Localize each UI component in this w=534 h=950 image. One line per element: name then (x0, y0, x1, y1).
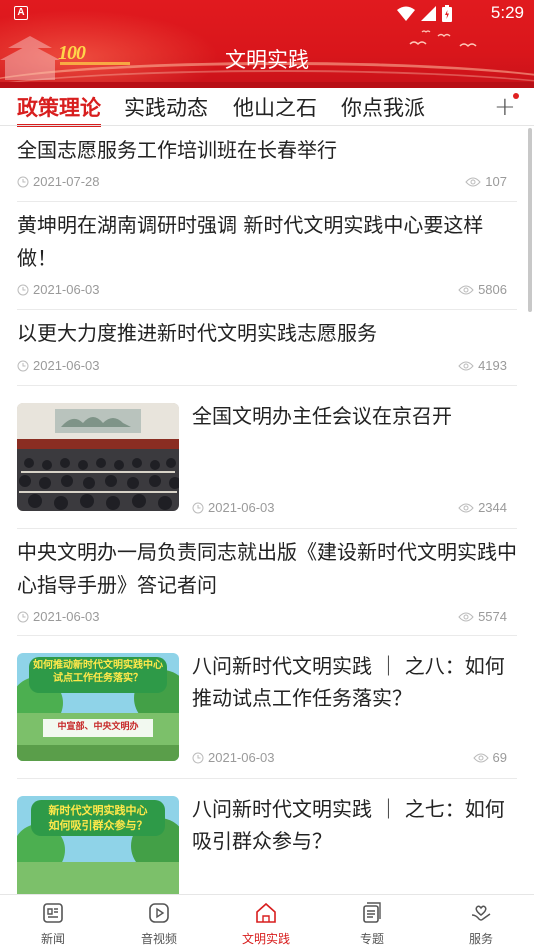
signal-icon (421, 6, 436, 21)
eye-icon (458, 285, 474, 294)
nav-topics[interactable]: 专题 (332, 901, 412, 947)
thumbnail-footer: 中宣部、中央文明办 (57, 722, 139, 732)
article-meta: 2021-06-03 4193 (17, 358, 517, 376)
clock-icon (17, 360, 29, 371)
tab-order-dispatch[interactable]: 你点我派 (341, 92, 425, 122)
article-views: 69 (492, 750, 507, 765)
article-date: 2021-06-03 (208, 750, 275, 765)
nav-label: 新闻 (40, 932, 65, 946)
eye-icon (472, 753, 489, 762)
bottom-navigation: 新闻 音视频 文明实践 专题 服务 (0, 894, 534, 950)
eye-icon (465, 177, 481, 186)
article-date: 2021-06-03 (33, 358, 100, 373)
article-date: 2021-06-03 (33, 282, 100, 297)
article-meta: 2021-06-03 2344 (192, 500, 517, 518)
app-header: 100 A 5:29 文明实践 (0, 0, 534, 88)
clock-icon (17, 176, 29, 187)
eye-icon (458, 361, 474, 370)
thumbnail-caption: 如何吸引群众参与？ (48, 819, 148, 832)
article-title[interactable]: 黄坤明在湖南调研时强调 新时代文明实践中心要这样做！ (17, 209, 512, 275)
thumbnail-caption: 新时代文明实践中心 (48, 804, 148, 817)
wifi-icon (397, 6, 415, 21)
new-badge-dot (513, 93, 519, 99)
status-bar: A 5:29 (0, 0, 534, 28)
article-date: 2021-06-03 (208, 500, 275, 515)
article-item[interactable]: 如何推动新时代文明实践中心 试点工作任务落实？ 中宣部、中央文明办 八问新时代文… (17, 636, 517, 779)
news-icon (43, 903, 63, 923)
nav-civilization-practice[interactable]: 文明实践 (226, 901, 306, 947)
thumbnail-caption: 试点工作任务落实？ (53, 673, 143, 684)
eye-icon (458, 503, 474, 512)
article-list[interactable]: 全国志愿服务工作培训班在长春举行 2021-07-28 107 黄坤明在湖南调研… (0, 126, 534, 894)
eye-icon (458, 612, 474, 621)
article-meta: 2021-06-03 5806 (17, 282, 517, 300)
clock-icon (192, 752, 204, 763)
tab-practice-news[interactable]: 实践动态 (124, 92, 208, 122)
home-icon (256, 902, 276, 923)
article-item[interactable]: 全国志愿服务工作培训班在长春举行 2021-07-28 107 (17, 126, 517, 202)
article-thumbnail[interactable]: 如何推动新时代文明实践中心 试点工作任务落实？ 中宣部、中央文明办 (17, 653, 179, 761)
battery-icon (442, 5, 452, 22)
nav-label: 文明实践 (241, 932, 290, 946)
nav-news[interactable]: 新闻 (13, 901, 93, 947)
nav-label: 服务 (468, 932, 493, 946)
nav-video[interactable]: 音视频 (119, 901, 199, 947)
article-title[interactable]: 全国志愿服务工作培训班在长春举行 (17, 134, 337, 167)
article-views: 4193 (478, 358, 507, 373)
article-title[interactable]: 八问新时代文明实践 ｜ 之八：如何推动试点工作任务落实？ (192, 650, 512, 714)
nav-label: 音视频 (140, 932, 177, 946)
article-item[interactable]: 黄坤明在湖南调研时强调 新时代文明实践中心要这样做！ 2021-06-03 58… (17, 202, 517, 310)
article-meta: 2021-07-28 107 (17, 174, 517, 192)
article-thumbnail[interactable]: 新时代文明实践中心 如何吸引群众参与？ (17, 796, 179, 894)
article-item[interactable]: 新时代文明实践中心 如何吸引群众参与？ 八问新时代文明实践 ｜ 之七：如何吸引群… (17, 779, 517, 894)
article-date: 2021-07-28 (33, 174, 100, 189)
article-item[interactable]: 以更大力度推进新时代文明实践志愿服务 2021-06-03 4193 (17, 310, 517, 386)
add-tab-button[interactable]: + (494, 94, 516, 120)
service-icon (471, 905, 491, 921)
tab-other-experience[interactable]: 他山之石 (233, 92, 317, 122)
article-title[interactable]: 中央文明办一局负责同志就出版《建设新时代文明实践中心指导手册》答记者问 (17, 536, 517, 602)
tab-policy-theory[interactable]: 政策理论 (17, 92, 101, 122)
article-item[interactable]: 全国文明办主任会议在京召开 2021-06-03 2344 (17, 386, 517, 529)
clock: 5:29 (490, 3, 524, 22)
article-views: 5574 (478, 609, 507, 624)
article-date: 2021-06-03 (33, 609, 100, 624)
scrollbar[interactable] (528, 128, 532, 312)
topic-icon (363, 902, 381, 923)
page-title: 文明实践 (225, 48, 309, 72)
category-tabs: 政策理论 实践动态 他山之石 你点我派 + (0, 88, 534, 127)
meeting-photo (17, 403, 179, 511)
article-views: 107 (485, 174, 507, 189)
article-title[interactable]: 八问新时代文明实践 ｜ 之七：如何吸引群众参与？ (192, 793, 512, 857)
article-title[interactable]: 以更大力度推进新时代文明实践志愿服务 (17, 317, 377, 350)
article-item[interactable]: 中央文明办一局负责同志就出版《建设新时代文明实践中心指导手册》答记者问 2021… (17, 529, 517, 636)
article-meta: 2021-06-03 69 (192, 750, 517, 768)
clock-icon (192, 502, 204, 513)
article-title[interactable]: 全国文明办主任会议在京召开 (192, 400, 512, 432)
nav-services[interactable]: 服务 (441, 901, 521, 947)
notification-icon: A (14, 6, 28, 20)
clock-icon (17, 284, 29, 295)
article-views: 5806 (478, 282, 507, 297)
article-meta: 2021-06-03 5574 (17, 609, 517, 627)
nav-label: 专题 (359, 932, 384, 946)
article-views: 2344 (478, 500, 507, 515)
article-thumbnail[interactable] (17, 403, 179, 511)
video-icon (149, 903, 169, 923)
clock-icon (17, 611, 29, 622)
thumbnail-caption: 如何推动新时代文明实践中心 (33, 660, 163, 671)
